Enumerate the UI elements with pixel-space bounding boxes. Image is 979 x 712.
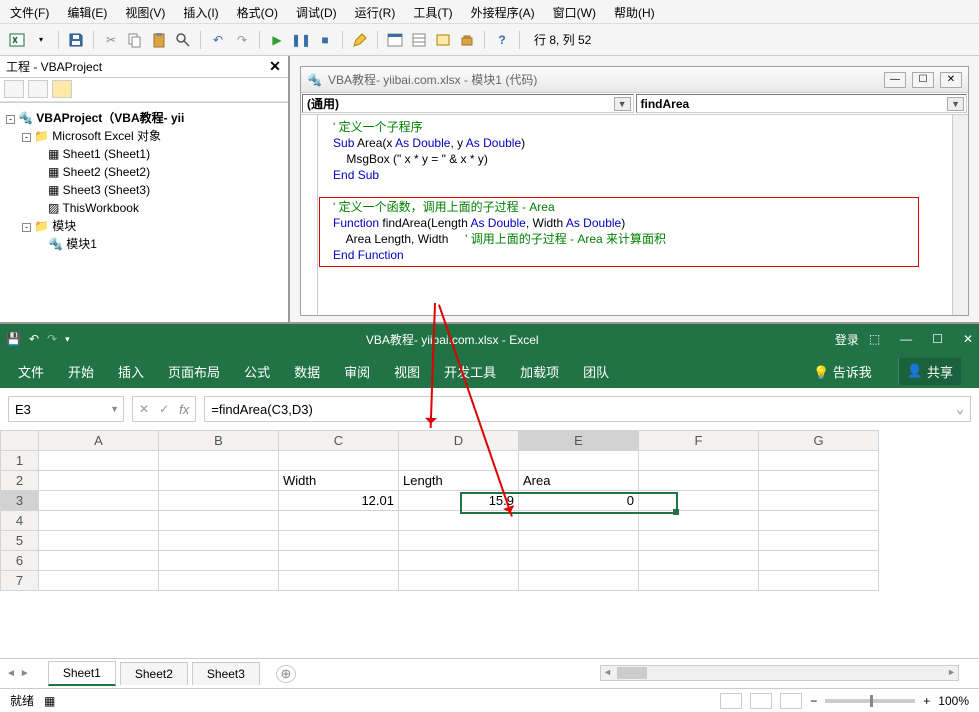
menu-file[interactable]: 文件(F) <box>10 4 49 19</box>
menu-help[interactable]: 帮助(H) <box>614 4 655 19</box>
menu-view[interactable]: 视图(V) <box>125 4 165 19</box>
toolbox-icon[interactable] <box>458 31 476 49</box>
close-icon[interactable]: ✕ <box>268 60 282 74</box>
procedure-dropdown[interactable]: findArea <box>636 94 968 113</box>
minimize-icon[interactable]: — <box>900 332 912 346</box>
menu-window[interactable]: 窗口(W) <box>553 4 596 19</box>
formula-bar[interactable]: =findArea(C3,D3) <box>204 396 971 422</box>
stop-icon[interactable]: ■ <box>316 31 334 49</box>
excel-ribbon[interactable]: 文件 开始 插入 页面布局 公式 数据 审阅 视图 开发工具 加载项 团队 💡 … <box>0 354 979 388</box>
copy-icon[interactable] <box>126 31 144 49</box>
menu-debug[interactable]: 调试(D) <box>296 4 337 19</box>
undo-icon[interactable]: ↶ <box>209 31 227 49</box>
zoom-slider[interactable] <box>825 699 915 703</box>
excel-titlebar: 💾 ↶ ↷ ▾ VBA教程- yiibai.com.xlsx - Excel 登… <box>0 324 979 354</box>
tab-team[interactable]: 团队 <box>583 362 609 381</box>
code-window-title: VBA教程- yiibai.com.xlsx - 模块1 (代码) <box>328 71 878 88</box>
tab-nav[interactable]: ◄► <box>6 668 30 679</box>
cancel-formula-icon[interactable]: ✕ <box>139 402 149 416</box>
qat-customize-icon[interactable]: ▾ <box>65 334 70 345</box>
undo-icon[interactable]: ↶ <box>29 332 39 346</box>
redo-icon[interactable]: ↷ <box>47 332 57 346</box>
view-excel-icon[interactable] <box>8 31 26 49</box>
code-editor[interactable]: ' 定义一个子程序 Sub Area(x As Double, y As Dou… <box>301 115 968 315</box>
menu-tools[interactable]: 工具(T) <box>413 4 452 19</box>
share-button[interactable]: 👤 共享 <box>898 358 961 385</box>
project-explorer-icon[interactable] <box>386 31 404 49</box>
macro-record-icon[interactable]: ▦ <box>44 694 55 708</box>
worksheet-grid[interactable]: A B C D E F G 1 2WidthLengthArea 312.011… <box>0 430 979 658</box>
cut-icon[interactable]: ✂ <box>102 31 120 49</box>
tab-view[interactable]: 视图 <box>394 362 420 381</box>
module-icon: 🔩 <box>307 73 322 87</box>
tab-insert[interactable]: 插入 <box>118 362 144 381</box>
tab-addins[interactable]: 加载项 <box>520 362 559 381</box>
view-code-button[interactable] <box>4 80 24 98</box>
tab-developer[interactable]: 开发工具 <box>444 362 496 381</box>
run-icon[interactable]: ▶ <box>268 31 286 49</box>
maximize-icon[interactable]: ☐ <box>932 332 943 346</box>
sheet-tab-2[interactable]: Sheet2 <box>120 662 188 685</box>
tab-file[interactable]: 文件 <box>18 362 44 381</box>
status-ready: 就绪 <box>10 692 34 709</box>
pause-icon[interactable]: ❚❚ <box>292 31 310 49</box>
project-tree[interactable]: -🔩 VBAProject（VBA教程- yii -📁 Microsoft Ex… <box>0 102 288 322</box>
menu-format[interactable]: 格式(O) <box>237 4 278 19</box>
hscroll[interactable] <box>600 665 959 681</box>
vba-toolbar: ▾ ✂ ↶ ↷ ▶ ❚❚ ■ ? 行 8, 列 52 <box>0 24 979 56</box>
zoom-out-icon[interactable]: − <box>810 694 817 708</box>
find-icon[interactable] <box>174 31 192 49</box>
sheet-tab-3[interactable]: Sheet3 <box>192 662 260 685</box>
normal-view-icon[interactable] <box>720 693 742 709</box>
menu-insert[interactable]: 插入(I) <box>183 4 218 19</box>
object-dropdown[interactable]: (通用) <box>302 94 634 113</box>
tab-review[interactable]: 审阅 <box>344 362 370 381</box>
close-button[interactable]: ✕ <box>940 72 962 88</box>
view-object-button[interactable] <box>28 80 48 98</box>
paste-icon[interactable] <box>150 31 168 49</box>
name-box[interactable]: E3 <box>8 396 124 422</box>
status-bar: 就绪 ▦ − + 100% <box>0 688 979 712</box>
help-icon[interactable]: ? <box>493 31 511 49</box>
formula-bar-row: E3 ✕ ✓ fx =findArea(C3,D3) <box>0 388 979 430</box>
redo-icon[interactable]: ↷ <box>233 31 251 49</box>
tab-layout[interactable]: 页面布局 <box>168 362 220 381</box>
design-mode-icon[interactable] <box>351 31 369 49</box>
vba-menu-bar[interactable]: 文件(F) 编辑(E) 视图(V) 插入(I) 格式(O) 调试(D) 运行(R… <box>0 0 979 24</box>
menu-run[interactable]: 运行(R) <box>355 4 396 19</box>
menu-edit[interactable]: 编辑(E) <box>67 4 107 19</box>
tell-me[interactable]: 💡 告诉我 <box>813 362 872 381</box>
save-icon[interactable]: 💾 <box>6 332 21 346</box>
tab-data[interactable]: 数据 <box>294 362 320 381</box>
project-explorer: 工程 - VBAProject ✕ -🔩 VBAProject（VBA教程- y… <box>0 56 290 322</box>
object-browser-icon[interactable] <box>434 31 452 49</box>
menu-addins[interactable]: 外接程序(A) <box>471 4 535 19</box>
annotation-box <box>319 197 919 267</box>
page-break-view-icon[interactable] <box>780 693 802 709</box>
code-window: 🔩 VBA教程- yiibai.com.xlsx - 模块1 (代码) — ☐ … <box>300 66 969 316</box>
cursor-position: 行 8, 列 52 <box>534 31 591 48</box>
zoom-level[interactable]: 100% <box>938 694 969 708</box>
zoom-in-icon[interactable]: + <box>923 694 930 708</box>
page-layout-view-icon[interactable] <box>750 693 772 709</box>
login-label[interactable]: 登录 <box>835 331 859 348</box>
tab-formulas[interactable]: 公式 <box>244 362 270 381</box>
add-sheet-button[interactable]: ⊕ <box>276 665 296 683</box>
minimize-button[interactable]: — <box>884 72 906 88</box>
close-icon[interactable]: ✕ <box>963 332 973 346</box>
accept-formula-icon[interactable]: ✓ <box>159 402 169 416</box>
maximize-button[interactable]: ☐ <box>912 72 934 88</box>
code-vscroll[interactable] <box>952 115 968 315</box>
properties-icon[interactable] <box>410 31 428 49</box>
sheet-tabs-bar: ◄► Sheet1 Sheet2 Sheet3 ⊕ <box>0 658 979 688</box>
tab-home[interactable]: 开始 <box>68 362 94 381</box>
project-panel-title: 工程 - VBAProject <box>6 58 268 75</box>
ribbon-options-icon[interactable]: ⬚ <box>869 332 880 346</box>
folder-view-button[interactable] <box>52 80 72 98</box>
sheet-tab-1[interactable]: Sheet1 <box>48 661 116 686</box>
save-icon[interactable] <box>67 31 85 49</box>
fx-icon[interactable]: fx <box>179 402 189 417</box>
